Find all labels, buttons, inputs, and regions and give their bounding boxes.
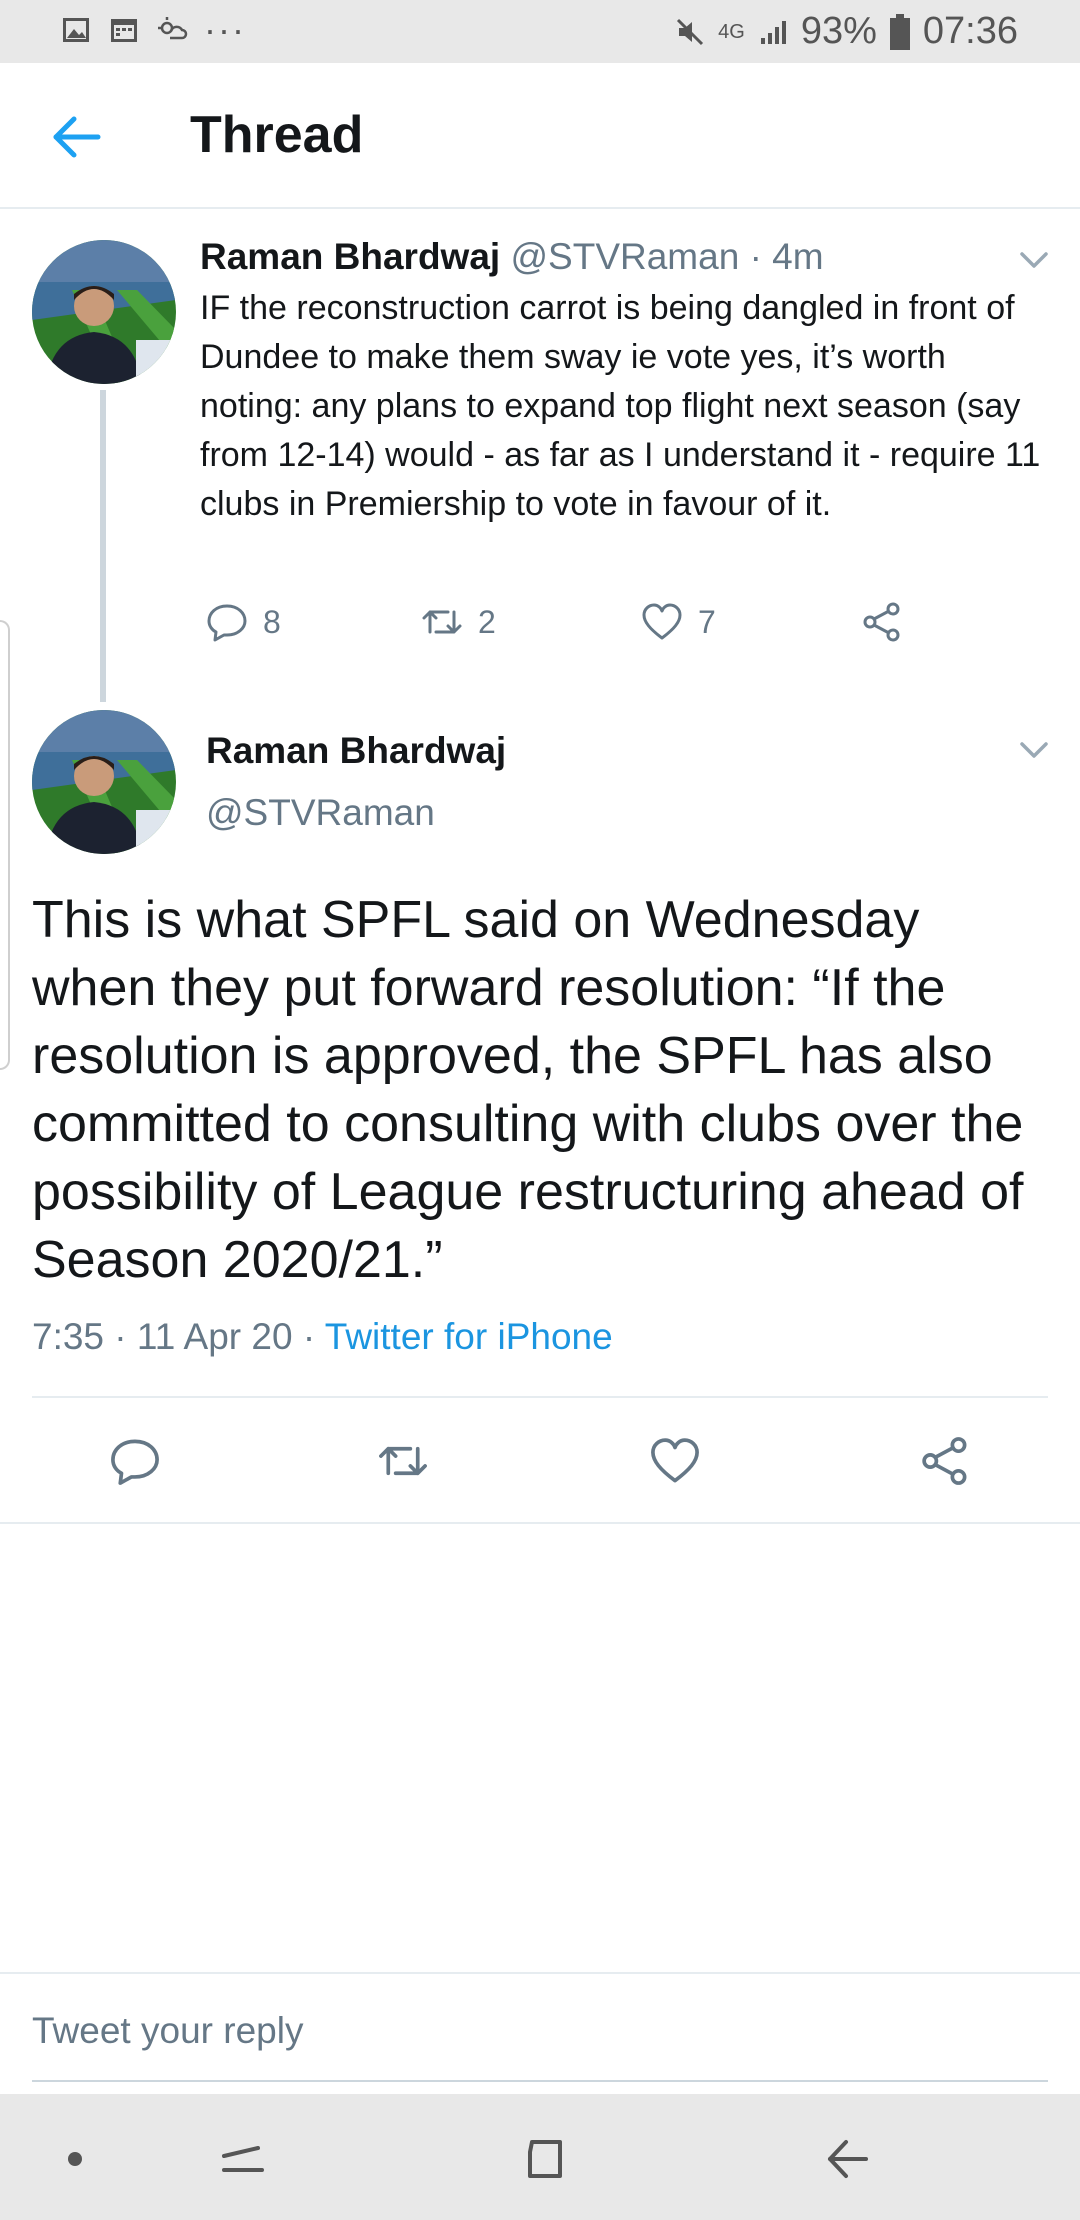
tweet-actions: 8 2 7 <box>205 600 925 656</box>
retweet-icon[interactable] <box>376 1434 430 1488</box>
battery-percent: 93% <box>800 10 877 52</box>
heart-icon[interactable] <box>648 1434 702 1488</box>
reply-input[interactable]: Tweet your reply <box>32 2010 303 2052</box>
recent-apps-icon[interactable] <box>218 2134 268 2184</box>
retweet-icon <box>422 610 462 634</box>
reply-icon[interactable] <box>108 1434 162 1488</box>
mute-icon <box>677 18 704 45</box>
tweet-header: Raman Bhardwaj @STVRaman · 4m <box>200 236 824 278</box>
share-icon <box>863 602 900 642</box>
avatar[interactable] <box>32 710 176 854</box>
image-icon <box>63 18 89 42</box>
author-name[interactable]: Raman Bhardwaj <box>206 730 506 772</box>
timestamp-text: 7:35 · 11 Apr 20 · <box>32 1316 325 1357</box>
reply-icon <box>207 604 247 642</box>
avatar[interactable] <box>32 240 176 384</box>
reply-count: 8 <box>263 603 281 640</box>
more-notifications: ··· <box>204 9 246 50</box>
author-handle[interactable]: @STVRaman <box>510 236 739 277</box>
share-icon[interactable] <box>918 1434 972 1488</box>
dot-icon[interactable] <box>50 2134 100 2184</box>
retweet-button[interactable]: 2 <box>420 600 496 644</box>
chevron-down-icon[interactable] <box>1016 248 1052 272</box>
reply-bar: Tweet your reply <box>0 1972 1080 2094</box>
tweet-text: IF the reconstruction carrot is being da… <box>200 289 1041 523</box>
thread-connector <box>100 390 106 702</box>
like-count: 7 <box>698 603 716 640</box>
signal-icon <box>760 20 786 44</box>
share-button[interactable] <box>860 600 904 644</box>
clock: 07:36 <box>922 10 1018 52</box>
author-name[interactable]: Raman Bhardwaj <box>200 236 500 277</box>
reply-underline <box>32 2080 1048 2082</box>
chevron-down-icon[interactable] <box>1016 738 1052 762</box>
tweet-timestamp: 7:35 · 11 Apr 20 · Twitter for iPhone <box>32 1316 613 1358</box>
tweet-text: This is what SPFL said on Wednesday when… <box>32 891 1024 1289</box>
heart-icon <box>642 603 682 640</box>
app-header: Thread <box>0 63 1080 209</box>
back-arrow-icon[interactable] <box>48 107 108 167</box>
weather-icon <box>158 17 188 40</box>
navigation-bar <box>0 2094 1080 2220</box>
source-link[interactable]: Twitter for iPhone <box>325 1316 613 1357</box>
status-bar: ··· 4G 93% 07:36 <box>0 0 1080 63</box>
retweet-count: 2 <box>478 603 496 640</box>
author-handle[interactable]: @STVRaman <box>206 792 435 834</box>
separator: · <box>749 236 762 277</box>
reply-button[interactable]: 8 <box>205 600 281 644</box>
home-icon[interactable] <box>520 2134 570 2184</box>
battery-icon <box>889 13 910 50</box>
back-icon[interactable] <box>822 2134 872 2184</box>
edge-panel-handle[interactable] <box>0 620 10 1070</box>
like-button[interactable]: 7 <box>640 600 716 644</box>
calendar-icon <box>111 19 137 42</box>
network-type: 4G <box>718 20 745 43</box>
page-title: Thread <box>190 106 364 164</box>
tweet-actions <box>0 1398 1080 1524</box>
tweet-age: 4m <box>772 236 824 277</box>
